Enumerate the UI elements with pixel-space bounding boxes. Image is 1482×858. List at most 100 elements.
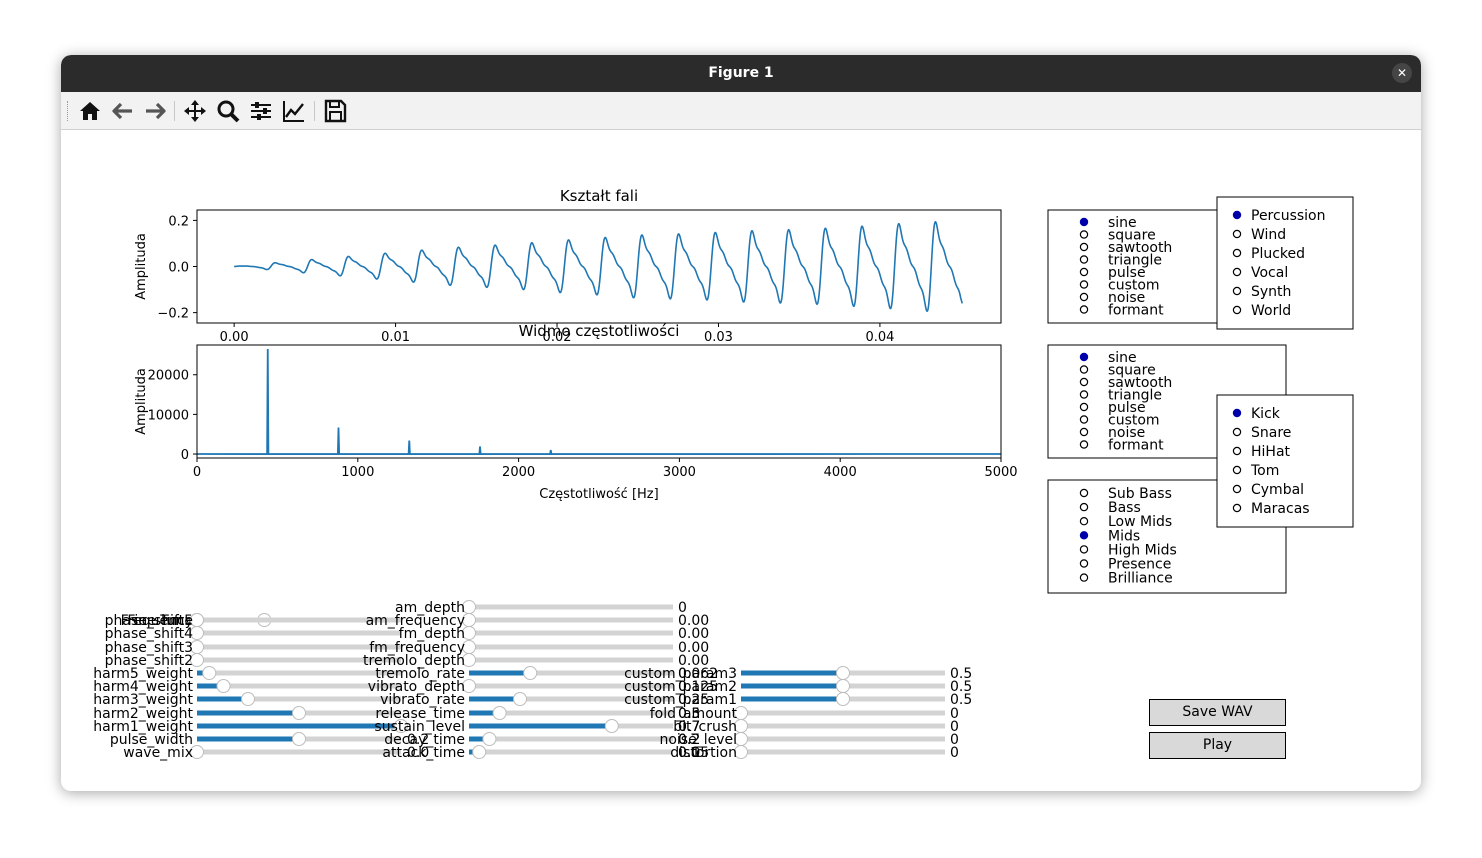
slider-handle[interactable] — [492, 706, 507, 720]
spectrum-axes-frame — [196, 344, 1002, 459]
spectrum-xtick-label: 5000 — [984, 465, 1017, 480]
spectrum-ytick-label: 20000 — [148, 369, 189, 384]
save-wav-button[interactable]: Save WAV — [1149, 699, 1286, 726]
slider-handle[interactable] — [292, 706, 306, 720]
slider-wave-mix: wave_mix — [123, 745, 401, 761]
radio-button-maracas[interactable] — [1232, 503, 1242, 513]
radio-button-high-mids[interactable] — [1079, 545, 1089, 554]
radio-button-cymbal[interactable] — [1232, 484, 1242, 494]
waveform-ytick-label: 0.2 — [168, 214, 189, 229]
radio-button-triangle[interactable] — [1079, 390, 1089, 399]
slider-handle[interactable] — [513, 692, 527, 706]
radio-button-world[interactable] — [1232, 305, 1242, 315]
radio-button-noise[interactable] — [1079, 292, 1089, 302]
radio-label: formant — [1108, 438, 1164, 454]
radio-label: Snare — [1251, 425, 1291, 441]
slider-value-overlap: 0.2 — [407, 732, 429, 748]
spectrum-ytick-label: 10000 — [148, 408, 189, 423]
radio-button-custom[interactable] — [1079, 280, 1089, 289]
radio-button-formant[interactable] — [1079, 305, 1089, 314]
radio-button-hihat[interactable] — [1232, 446, 1242, 456]
radio-button-square[interactable] — [1079, 230, 1089, 239]
radio-button-square[interactable] — [1079, 365, 1089, 374]
waveform-ylabel: Amplituda — [134, 233, 149, 300]
slider-handle[interactable] — [604, 719, 619, 733]
waveform-xtick-label: 0.04 — [865, 330, 894, 345]
radio-button-wind[interactable] — [1232, 229, 1242, 239]
slider-handle[interactable] — [216, 679, 231, 693]
slider-panel: Frequencyphase_shift5Fine Tunephase_shif… — [93, 600, 972, 761]
radio-button-percussion[interactable] — [1232, 210, 1242, 220]
radio-button-sub-bass[interactable] — [1079, 488, 1089, 498]
radio-label: Plucked — [1251, 246, 1305, 262]
radio-button-custom[interactable] — [1079, 415, 1089, 424]
slider-handle[interactable] — [241, 692, 255, 706]
spectrum-xtick-label: 2000 — [502, 465, 535, 480]
toolbar-separator — [314, 101, 315, 121]
radio-button-low-mids[interactable] — [1079, 517, 1089, 526]
slider-handle[interactable] — [523, 666, 538, 680]
save-icon[interactable] — [322, 98, 348, 124]
radio-button-vocal[interactable] — [1232, 267, 1242, 277]
waveform-line — [234, 220, 964, 312]
radio-button-synth[interactable] — [1232, 286, 1242, 296]
spectrum-ytick-label: 0 — [181, 448, 189, 463]
home-icon[interactable] — [77, 98, 103, 124]
slider-handle[interactable] — [836, 679, 850, 693]
radio-button-snare[interactable] — [1232, 427, 1242, 437]
forward-icon[interactable] — [142, 98, 168, 124]
radio-button-pulse[interactable] — [1079, 402, 1089, 412]
radio-button-bass[interactable] — [1079, 502, 1089, 512]
spectrum-ylabel: Amplituda — [134, 368, 149, 435]
radio-button-plucked[interactable] — [1232, 248, 1242, 258]
radio-button-tom[interactable] — [1232, 465, 1242, 475]
radio-button-sawtooth[interactable] — [1079, 377, 1089, 387]
radio-label: Percussion — [1251, 208, 1326, 224]
spectrum-title: Widmo częstotliwości — [519, 322, 680, 340]
radio-button-sine[interactable] — [1079, 352, 1089, 362]
waveform-xtick-label: 0.01 — [381, 330, 410, 345]
window-title: Figure 1 — [708, 65, 774, 81]
radio-button-formant[interactable] — [1079, 440, 1089, 449]
slider-handle[interactable] — [836, 692, 850, 706]
edit-axis-icon[interactable] — [281, 98, 307, 124]
slider-distortion: distortion 0 — [670, 745, 959, 761]
radio-label: Vocal — [1251, 265, 1288, 281]
radio-button-brilliance[interactable] — [1079, 573, 1089, 582]
radio-label: Kick — [1251, 406, 1281, 422]
radio-button-sine[interactable] — [1079, 217, 1089, 227]
radio-button-triangle[interactable] — [1079, 255, 1089, 264]
radio-button-noise[interactable] — [1079, 427, 1089, 437]
radio-button-mids[interactable] — [1079, 531, 1089, 540]
waveform-title: Kształt fali — [560, 187, 638, 205]
slider-handle[interactable] — [472, 745, 487, 759]
slider-handle[interactable] — [482, 732, 497, 746]
pan-icon[interactable] — [182, 98, 208, 124]
radio-button-kick[interactable] — [1232, 408, 1242, 418]
back-icon[interactable] — [110, 98, 136, 124]
spectrum-chart: 0 1000 2000 3000 4000 5000 20000 10000 0 Widmo cz… — [134, 322, 1018, 502]
slider-handle[interactable] — [202, 666, 217, 680]
waveform-xtick-label: 0.00 — [220, 330, 249, 345]
slider-attack-time: attack_time 0.1 — [382, 745, 700, 761]
waveform-ytick-label: 0.0 — [168, 261, 189, 276]
radio-label: World — [1251, 303, 1291, 319]
radio-button-sawtooth[interactable] — [1079, 242, 1089, 252]
slider-value-overlap: 0.05 — [678, 745, 709, 761]
radio-button-pulse[interactable] — [1079, 267, 1089, 277]
drum-radio-group: Kick Snare HiHat Tom Cymbal Maracas — [1216, 394, 1354, 528]
waveform-axes-frame — [196, 209, 1002, 324]
radio-label: Cymbal — [1251, 482, 1304, 498]
configure-subplots-icon[interactable] — [248, 98, 274, 124]
radio-label: Maracas — [1251, 501, 1310, 517]
radio-button-presence[interactable] — [1079, 559, 1089, 568]
close-icon[interactable]: ✕ — [1392, 63, 1412, 83]
zoom-icon[interactable] — [215, 98, 241, 124]
spectrum-xlabel: Częstotliwość [Hz] — [539, 487, 658, 502]
slider-handle[interactable] — [836, 666, 850, 680]
slider-handle[interactable] — [292, 732, 306, 746]
spectrum-line — [196, 348, 1002, 455]
play-button[interactable]: Play — [1149, 732, 1286, 759]
radio-label: HiHat — [1251, 444, 1291, 460]
slider-label: wave_mix — [123, 745, 193, 761]
